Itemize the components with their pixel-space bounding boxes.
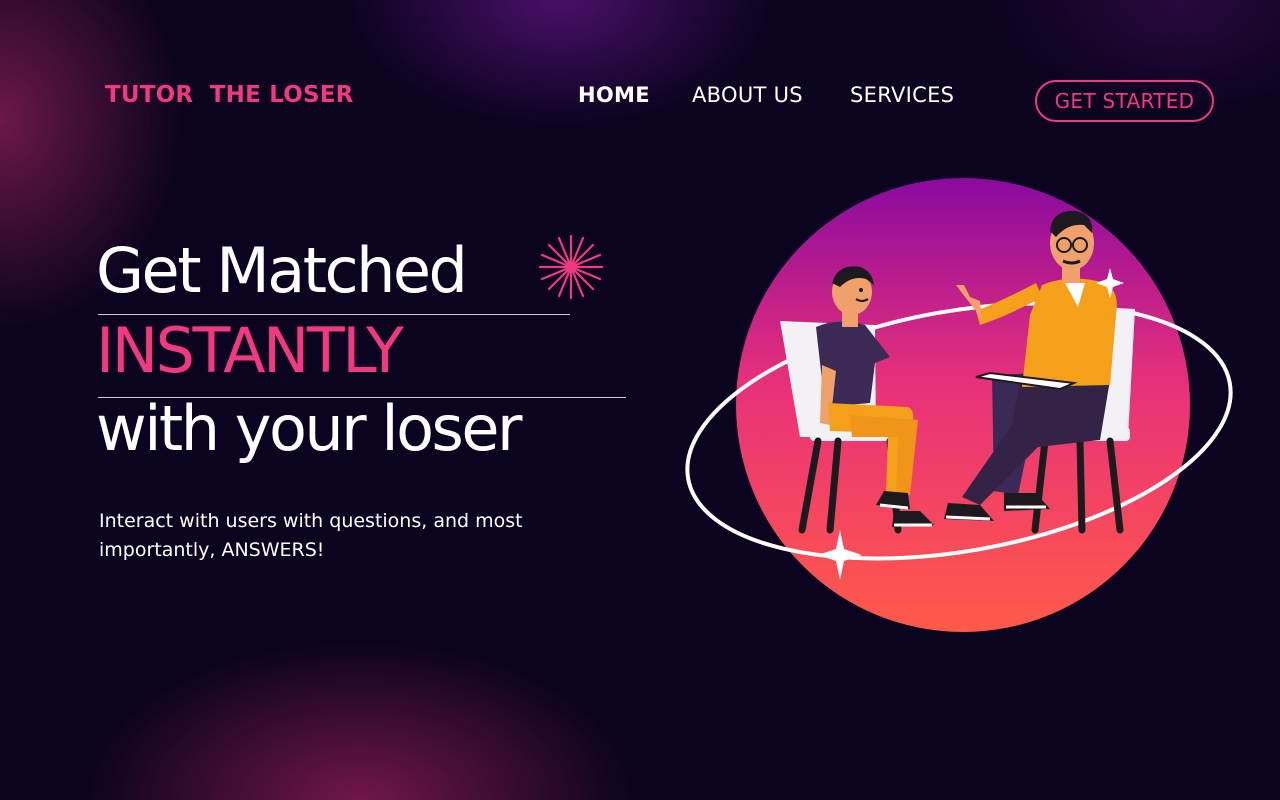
sparkle-burst-icon [538, 234, 604, 300]
hero-description: Interact with users with questions, and … [99, 510, 523, 561]
hero-title-line-2: INSTANTLY [96, 314, 404, 387]
nav-services-link[interactable]: SERVICES [850, 83, 954, 107]
get-started-button[interactable]: GET STARTED [1035, 80, 1214, 122]
nav-home-link[interactable]: HOME [578, 83, 650, 107]
hero-title-line-3: with your loser [96, 392, 522, 465]
tutoring-illustration [685, 178, 1233, 632]
hero-title-line-1: Get Matched [96, 234, 468, 307]
brand-logo[interactable]: TUTOR THE LOSER [105, 82, 354, 108]
nav-about-us-link[interactable]: ABOUT US [692, 83, 803, 107]
